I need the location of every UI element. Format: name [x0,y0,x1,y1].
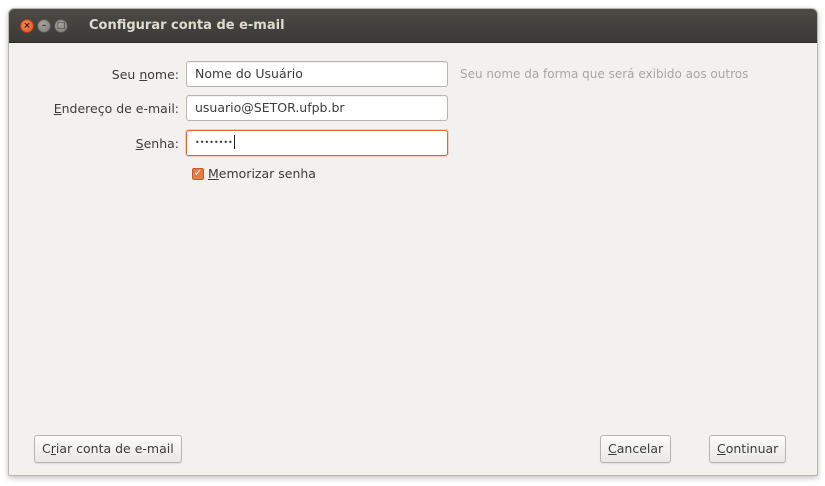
password-label: Senha: [136,136,179,151]
name-label-post: ome: [147,67,179,82]
name-field[interactable]: Nome do Usuário [186,61,448,87]
window-title: Configurar conta de e-mail [89,18,285,33]
create-account-pre: C [42,441,51,456]
cancel-button[interactable]: Cancelar [600,435,672,463]
continue-post: ontinuar [725,441,779,456]
title-bar: × – □ Configurar conta de e-mail [9,9,817,43]
dialog-window: × – □ Configurar conta de e-mail Seu nom… [8,8,818,476]
text-caret [233,135,235,149]
email-field[interactable]: usuario@SETOR.ufpb.br [186,95,448,121]
name-label: Seu nome: [112,67,179,82]
create-account-post: iar conta de e-mail [55,441,174,456]
remember-label-post: emorizar senha [218,166,316,181]
remember-label-accel: M [208,166,219,181]
minimize-icon[interactable]: – [37,19,51,33]
name-hint: Seu nome da forma que será exibido aos o… [460,67,749,81]
password-field-value: •••••••• [195,138,233,147]
maximize-icon[interactable]: □ [54,19,68,33]
continue-accel: C [717,441,726,456]
name-field-value: Nome do Usuário [195,66,303,81]
password-label-accel: S [135,136,144,151]
name-label-pre: Seu [111,67,140,82]
password-label-post: enha: [143,136,179,151]
password-field[interactable]: •••••••• [186,130,448,156]
remember-password-label[interactable]: Memorizar senha [208,166,316,181]
create-account-button[interactable]: Criar conta de e-mail [34,435,182,463]
cancel-post: ancelar [616,441,664,456]
email-label: Endereço de e-mail: [54,101,179,116]
continue-button[interactable]: Continuar [709,435,787,463]
cancel-accel: C [608,441,617,456]
email-label-accel: E [53,101,62,116]
checkmark-icon[interactable]: ✓ [192,168,204,180]
email-field-value: usuario@SETOR.ufpb.br [195,100,345,115]
close-icon[interactable]: × [20,19,34,33]
email-label-post: ndereço de e-mail: [61,101,179,116]
